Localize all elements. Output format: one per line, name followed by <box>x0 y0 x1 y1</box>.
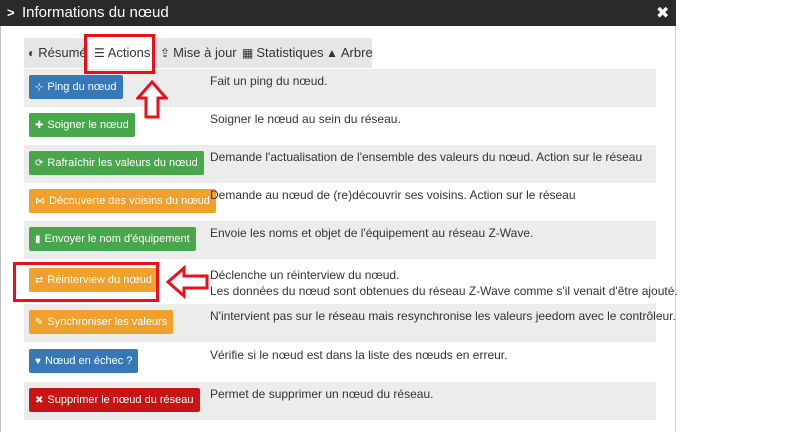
action-row-neighbors: ⋈ Découverte des voisins du nœud Demande … <box>24 183 656 221</box>
action-description: Déclenche un réinterview du nœud. Les do… <box>210 267 678 299</box>
refresh-icon: ⟳ <box>35 158 44 169</box>
tab-tree[interactable]: ▲ Arbre <box>326 38 373 68</box>
heartbeat-icon: ♥ <box>35 356 41 367</box>
action-row-failed: ♥ Nœud en échec ? Vérifie si le nœud est … <box>24 343 656 381</box>
description-line: Déclenche un réinterview du nœud. <box>210 268 400 282</box>
wrench-icon: ✎ <box>35 317 44 328</box>
tab-label: Statistiques <box>256 45 324 60</box>
action-row-remove: ✖ Supprimer le nœud du réseau Permet de s… <box>24 382 656 420</box>
tab-resume[interactable]: ◐ Résumé <box>28 38 87 68</box>
action-description: Soigner le nœud au sein du réseau. <box>210 112 401 126</box>
update-icon: ⇪ <box>160 46 171 60</box>
medkit-icon: ✚ <box>35 120 44 131</box>
left-arrow-icon <box>166 265 209 299</box>
remove-node-button[interactable]: ✖ Supprimer le nœud du réseau <box>29 388 200 412</box>
action-row-refresh: ⟳ Rafraîchir les valeurs du nœud Demande … <box>24 145 656 183</box>
tab-label: Résumé <box>38 45 87 60</box>
tab-update[interactable]: ⇪ Mise à jour <box>160 38 237 68</box>
action-row-ping: ⊹ Ping du nœud Fait un ping du nœud. <box>24 69 656 107</box>
action-description: Demande l'actualisation de l'ensemble de… <box>210 150 643 164</box>
bookmark-icon: ▮ <box>35 234 41 245</box>
action-description: N'intervient pas sur le réseau mais resy… <box>210 309 676 323</box>
button-label: Ping du nœud <box>47 81 117 93</box>
chart-icon: ▦ <box>242 46 254 60</box>
tab-statistics[interactable]: ▦ Statistiques <box>242 38 324 68</box>
action-description: Permet de supprimer un nœud du réseau. <box>210 387 434 401</box>
button-label: Nœud en échec ? <box>44 355 133 367</box>
action-description: Vérifie si le nœud est dans la liste des… <box>210 348 508 362</box>
heal-node-button[interactable]: ✚ Soigner le nœud <box>29 113 135 137</box>
discover-neighbors-button[interactable]: ⋈ Découverte des voisins du nœud <box>29 189 216 213</box>
button-label: Découverte des voisins du nœud <box>49 195 210 207</box>
action-description: Demande au nœud de (re)découvrir ses voi… <box>210 188 576 202</box>
dialog-title: Informations du nœud <box>22 4 169 21</box>
dialog-titlebar: > Informations du nœud ✖ <box>0 0 676 26</box>
action-description: Fait un ping du nœud. <box>210 74 328 88</box>
button-label: Rafraîchir les valeurs du nœud <box>47 157 198 169</box>
close-icon[interactable]: ✖ <box>656 3 669 23</box>
network-icon: ⊹ <box>35 82 44 93</box>
highlight-box-reinterview <box>13 262 159 302</box>
button-label: Envoyer le nom d'équipement <box>44 233 190 245</box>
action-row-sync: ✎ Synchroniser les valeurs N'intervient p… <box>24 304 676 342</box>
highlight-box-actions-tab <box>84 34 155 74</box>
tab-label: Arbre <box>340 45 373 60</box>
description-line: Les données du nœud sont obtenues du rés… <box>210 284 678 298</box>
times-icon: ✖ <box>35 395 44 406</box>
node-failed-button[interactable]: ♥ Nœud en échec ? <box>29 349 139 373</box>
action-row-send-name: ▮ Envoyer le nom d'équipement Envoie les … <box>24 221 656 259</box>
up-arrow-icon <box>136 80 168 119</box>
tab-label: Mise à jour <box>173 45 237 60</box>
button-label: Supprimer le nœud du réseau <box>47 394 194 406</box>
dashboard-icon: ◐ <box>28 46 36 60</box>
chevron-right-icon: > <box>7 5 15 20</box>
tree-icon: ▲ <box>326 46 338 60</box>
send-name-button[interactable]: ▮ Envoyer le nom d'équipement <box>29 227 196 251</box>
sync-values-button[interactable]: ✎ Synchroniser les valeurs <box>29 310 174 334</box>
action-description: Envoie les noms et objet de l'équipement… <box>210 226 534 240</box>
refresh-values-button[interactable]: ⟳ Rafraîchir les valeurs du nœud <box>29 151 204 175</box>
button-label: Synchroniser les valeurs <box>47 316 168 328</box>
tab-bar: ◐ Résumé ☰ Actions ⇪ Mise à jour ▦ Statistiq… <box>24 38 373 68</box>
ping-node-button[interactable]: ⊹ Ping du nœud <box>29 75 123 99</box>
button-label: Soigner le nœud <box>47 119 129 131</box>
share-icon: ⋈ <box>35 196 45 207</box>
action-row-heal: ✚ Soigner le nœud Soigner le nœud au sein… <box>24 107 656 145</box>
